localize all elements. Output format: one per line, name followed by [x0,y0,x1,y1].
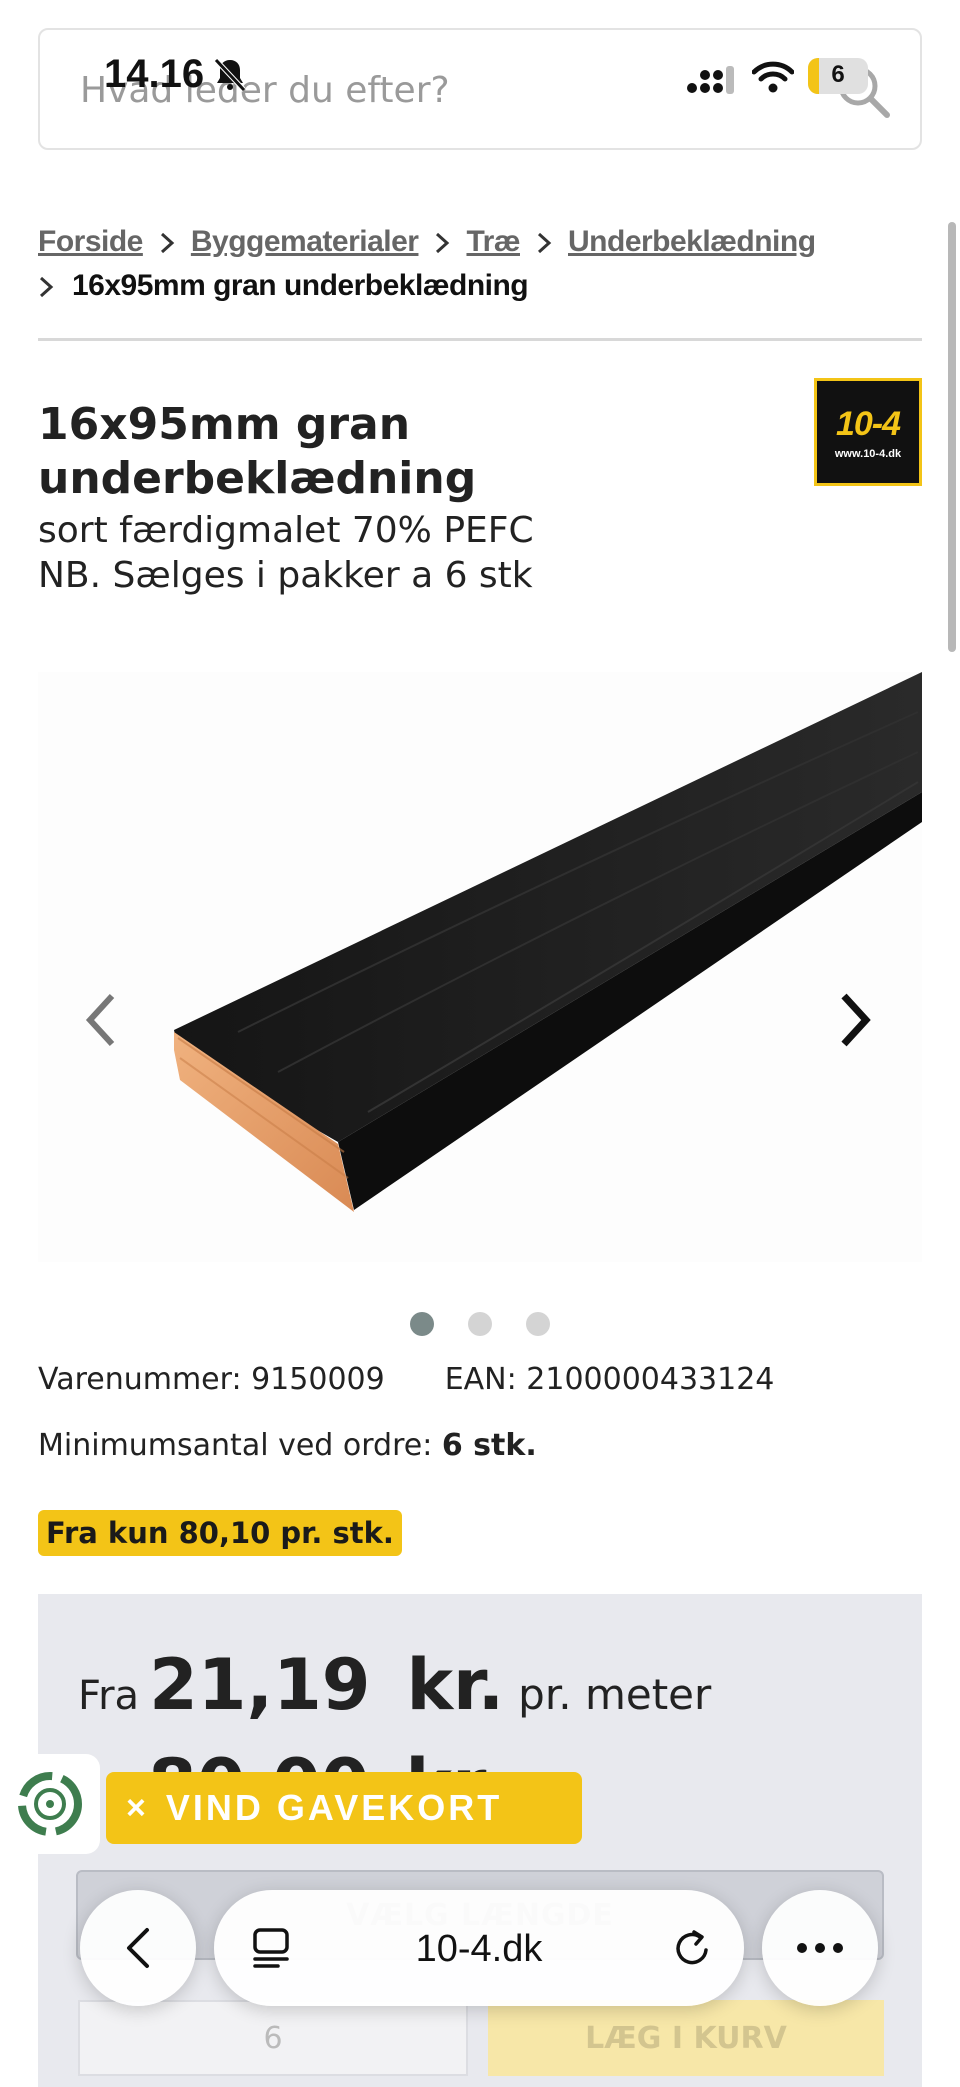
divider [38,338,922,341]
wifi-icon [752,61,794,93]
product-image[interactable] [38,672,922,1262]
browser-address-bar[interactable]: 10-4.dk [214,1890,744,2006]
breadcrumb-current: 16x95mm gran underbeklædning [72,269,529,302]
product-subtitle: sort færdigmalet 70% PEFC NB. Sælges i p… [38,508,798,598]
gallery-next-button[interactable] [836,990,876,1050]
price-currency: kr. [406,1644,505,1726]
recycle-gift-icon [18,1772,82,1836]
gallery-pagination [0,1312,960,1336]
brand-logo-text: 10-4 [835,404,901,443]
breadcrumb: Forside Byggematerialer Træ Underbeklædn… [38,220,922,308]
quantity-input[interactable]: 6 [78,2000,468,2076]
product-ean: EAN: 2100000433124 [444,1362,775,1397]
gift-card-label: VIND GAVEKORT [165,1787,503,1828]
add-to-cart-button[interactable]: LÆG I KURV [488,2000,884,2076]
breadcrumb-link-forside[interactable]: Forside [38,225,143,259]
chevron-right-icon [418,225,466,259]
reload-icon[interactable] [670,1926,714,1970]
minimum-order: Minimumsantal ved ordre: 6 stk. [38,1428,537,1463]
gallery-prev-button[interactable] [80,990,120,1050]
brand-logo[interactable]: 10-4 www.10-4.dk [814,378,922,486]
gallery-dot[interactable] [410,1312,434,1336]
product-subtitle-line: NB. Sælges i pakker a 6 stk [38,555,533,596]
gift-widget[interactable] [0,1754,100,1854]
product-board-image [174,672,922,1212]
product-sku: Varenummer: 9150009 [38,1362,385,1397]
gallery-dot[interactable] [468,1312,492,1336]
chevron-right-icon [143,225,191,259]
bell-slash-icon [214,58,246,92]
battery-icon: 6 [808,58,868,94]
cellular-signal-icon [687,66,734,94]
browser-back-button[interactable] [80,1890,196,2006]
close-icon[interactable]: × [126,1789,146,1828]
price-value: 21,19 [149,1644,371,1726]
product-subtitle-line: sort færdigmalet 70% PEFC [38,510,534,551]
gallery-dot[interactable] [526,1312,550,1336]
battery-level: 6 [831,61,845,88]
breadcrumb-link-byggematerialer[interactable]: Byggematerialer [191,225,419,259]
price-per-meter: Fra 21,19 kr. pr. meter [78,1644,711,1726]
browser-url: 10-4.dk [415,1928,543,1970]
chevron-right-icon [38,269,72,303]
chevron-right-icon [520,225,568,259]
status-time: 14.16 [104,52,205,96]
gift-card-banner[interactable]: × VIND GAVEKORT [106,1772,582,1844]
price-unit: pr. meter [518,1670,712,1719]
minimum-order-value: 6 stk. [441,1428,537,1463]
product-meta: Varenummer: 9150009 EAN: 2100000433124 [38,1362,774,1397]
browser-more-button[interactable] [762,1890,878,2006]
page-scrollbar[interactable] [948,222,956,652]
breadcrumb-link-underbeklaedning[interactable]: Underbeklædning [568,225,816,259]
more-icon [797,1943,843,1953]
chevron-left-icon [127,1928,149,1968]
breadcrumb-link-trae[interactable]: Træ [466,225,520,259]
product-title: 16x95mm gran underbeklædning [38,399,477,504]
brand-logo-url: www.10-4.dk [834,447,902,460]
price-from-label: Fra [78,1673,140,1719]
minimum-order-label: Minimumsantal ved ordre: [38,1428,433,1463]
promo-badge: Fra kun 80,10 pr. stk. [38,1510,402,1556]
